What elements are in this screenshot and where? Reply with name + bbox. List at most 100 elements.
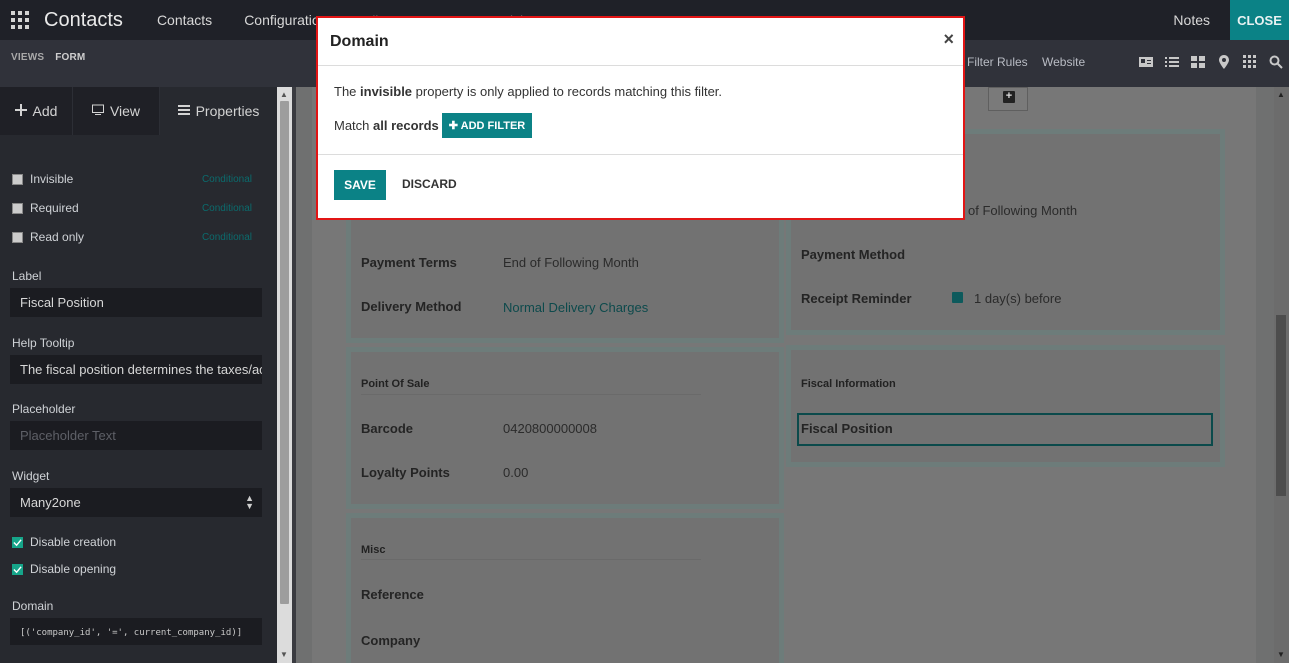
barcode-label[interactable]: Barcode (361, 421, 413, 436)
sidebar-tabs: Add View Properties (0, 87, 277, 135)
pos-title: Point Of Sale (361, 378, 430, 390)
reference-label[interactable]: Reference (361, 587, 424, 602)
plus-icon: ✚ (448, 120, 461, 132)
apps-grid-icon[interactable] (0, 0, 40, 40)
breadcrumb-form: FORM (55, 52, 86, 63)
label-title: Label (12, 269, 42, 283)
scroll-up-icon[interactable]: ▲ (280, 90, 288, 99)
barcode-value[interactable]: 0420800000008 (503, 421, 597, 436)
required-row: Required Conditional (12, 201, 252, 215)
widget-select-value: Many2one (20, 495, 81, 510)
readonly-label: Read only (30, 230, 85, 244)
placeholder-input[interactable]: Placeholder Text (10, 421, 262, 450)
fiscal-info-title: Fiscal Information (801, 378, 896, 390)
website-link[interactable]: Website (1042, 55, 1085, 69)
add-filter-label: ADD FILTER (460, 120, 526, 132)
dialog-body: The invisible property is only applied t… (318, 66, 963, 155)
form-scroll-thumb[interactable] (1276, 315, 1286, 496)
dialog-header: Domain × (318, 18, 963, 66)
discard-button[interactable]: DISCARD (402, 177, 457, 191)
kanban-view-icon[interactable] (1190, 54, 1206, 70)
close-studio-button[interactable]: CLOSE (1230, 0, 1289, 40)
description-property: invisible (360, 84, 413, 99)
disable-opening-label: Disable opening (30, 562, 117, 576)
sidebar-scrollbar[interactable]: ▲ ▼ (277, 87, 292, 663)
save-button[interactable]: SAVE (334, 170, 386, 200)
description-prefix: The (334, 84, 361, 99)
monitor-icon (91, 103, 104, 119)
required-checkbox[interactable] (12, 202, 23, 214)
form-scroll-up-icon[interactable]: ▲ (1277, 90, 1285, 99)
widget-select[interactable]: Many2one ▲ ▼ (10, 488, 262, 517)
search-icon[interactable] (1268, 54, 1284, 70)
widget-title: Widget (12, 469, 50, 483)
disable-creation-checkbox[interactable] (12, 536, 23, 548)
tooltip-input[interactable]: The fiscal position determines the taxes… (10, 355, 262, 384)
tab-add[interactable]: Add (0, 87, 73, 135)
label-input[interactable]: Fiscal Position (10, 288, 262, 317)
tab-view-label: View (109, 103, 141, 119)
form-view-icon[interactable] (1138, 54, 1154, 70)
fiscal-position-label[interactable]: Fiscal Position (801, 421, 893, 436)
domain-input[interactable]: [('company_id', '=', current_company_id)… (10, 618, 262, 645)
delivery-method-label[interactable]: Delivery Method (361, 299, 461, 314)
list-view-icon[interactable] (1164, 54, 1180, 70)
invisible-row: Invisible Conditional (12, 172, 252, 186)
required-conditional-link[interactable]: Conditional (202, 203, 252, 214)
match-row: Match all records ✚ ADD FILTER (334, 113, 533, 138)
misc-separator (361, 559, 701, 560)
loyalty-points-value[interactable]: 0.00 (503, 465, 528, 480)
map-pin-icon[interactable] (1216, 54, 1232, 70)
breadcrumb: VIEWS FORM (11, 52, 85, 63)
readonly-conditional-link[interactable]: Conditional (202, 232, 252, 243)
description-suffix: property is only applied to records matc… (412, 84, 723, 99)
add-filter-button[interactable]: ✚ ADD FILTER (441, 113, 533, 138)
close-icon[interactable]: × (943, 29, 954, 50)
loyalty-points-label[interactable]: Loyalty Points (361, 465, 450, 480)
notes-link[interactable]: Notes (1173, 12, 1210, 28)
dialog-footer: SAVE DISCARD (318, 155, 963, 218)
disable-creation-label: Disable creation (30, 535, 117, 549)
select-arrows-icon: ▲ ▼ (245, 493, 254, 511)
supplier-terms-value[interactable]: of Following Month (968, 203, 1077, 218)
tooltip-title: Help Tooltip (12, 336, 75, 350)
sidebar-scroll-thumb[interactable] (280, 101, 289, 604)
readonly-row: Read only Conditional (12, 230, 252, 244)
tab-view[interactable]: View (73, 87, 160, 135)
menu-configuration[interactable]: Configuration (244, 12, 327, 28)
grid-view-icon[interactable] (1242, 54, 1258, 70)
invisible-checkbox[interactable] (12, 173, 23, 185)
form-scrollbar[interactable]: ▲ ▼ (1274, 87, 1289, 663)
disable-creation-row: Disable creation (12, 535, 252, 549)
dialog-title: Domain (330, 33, 389, 50)
dialog-description: The invisible property is only applied t… (334, 84, 722, 99)
readonly-checkbox[interactable] (12, 231, 23, 243)
scroll-down-icon[interactable]: ▼ (280, 650, 288, 659)
form-scroll-down-icon[interactable]: ▼ (1277, 650, 1285, 659)
properties-icon (177, 103, 190, 119)
misc-title: Misc (361, 544, 386, 556)
receipt-reminder-value[interactable]: 1 day(s) before (974, 291, 1061, 306)
invisible-conditional-link[interactable]: Conditional (202, 174, 252, 185)
menu-contacts[interactable]: Contacts (157, 12, 212, 28)
required-label: Required (30, 201, 79, 215)
tab-add-label: Add (32, 103, 58, 119)
company-label[interactable]: Company (361, 633, 420, 648)
delivery-method-value[interactable]: Normal Delivery Charges (503, 300, 648, 315)
payment-terms-value[interactable]: End of Following Month (503, 255, 639, 270)
receipt-reminder-label[interactable]: Receipt Reminder (801, 291, 912, 306)
payment-terms-label[interactable]: Payment Terms (361, 255, 457, 270)
receipt-reminder-checkbox[interactable] (952, 292, 963, 303)
add-tab-icon[interactable]: + (1003, 91, 1015, 103)
filter-rules-link[interactable]: Filter Rules (967, 55, 1028, 69)
disable-opening-checkbox[interactable] (12, 563, 23, 575)
studio-sidebar: Add View Properties Invisible Conditiona… (0, 87, 277, 663)
payment-method-label[interactable]: Payment Method (801, 247, 905, 262)
tab-properties[interactable]: Properties (160, 87, 277, 135)
app-title[interactable]: Contacts (40, 9, 123, 32)
domain-dialog: Domain × The invisible property is only … (316, 16, 965, 220)
domain-title: Domain (12, 599, 54, 613)
match-prefix: Match (334, 118, 370, 133)
breadcrumb-views[interactable]: VIEWS (11, 52, 44, 63)
fiscal-group[interactable] (786, 345, 1225, 467)
